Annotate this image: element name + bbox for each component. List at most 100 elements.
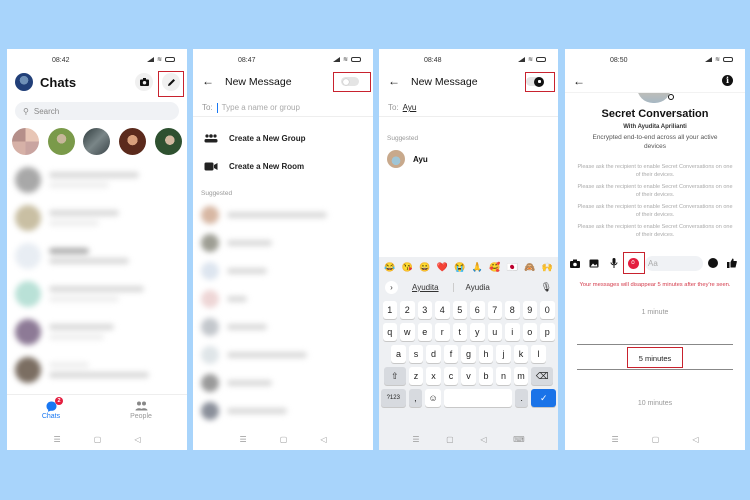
camera-button[interactable]	[569, 257, 581, 269]
key[interactable]: s	[408, 345, 424, 363]
list-item[interactable]	[7, 351, 187, 389]
key[interactable]: 2	[400, 301, 415, 319]
done-key[interactable]: ✓	[531, 389, 557, 407]
emoji-suggestion[interactable]: 🙏	[472, 262, 483, 273]
list-item[interactable]	[7, 161, 187, 199]
home-nav-icon[interactable]: ▢	[446, 435, 454, 444]
back-arrow-icon[interactable]: ←	[202, 74, 214, 88]
key[interactable]: r	[435, 323, 450, 341]
suggested-contact-ayu[interactable]: Ayu	[387, 150, 428, 168]
key[interactable]: 8	[505, 301, 520, 319]
key[interactable]: v	[461, 367, 476, 385]
emoji-suggestion[interactable]: 😘	[402, 262, 413, 273]
key[interactable]: m	[513, 367, 529, 385]
create-room-button[interactable]: Create a New Room	[193, 154, 373, 178]
emoji-suggestion[interactable]: 🙌	[542, 262, 553, 273]
story-avatar[interactable]	[154, 128, 182, 155]
key[interactable]: z	[408, 367, 424, 385]
emoji-suggestion[interactable]: 🙈	[524, 262, 535, 273]
key[interactable]: t	[452, 323, 467, 341]
info-icon[interactable]: i	[722, 75, 733, 86]
key[interactable]: 4	[435, 301, 450, 319]
list-item[interactable]	[193, 369, 373, 397]
story-avatar[interactable]	[12, 128, 40, 155]
list-item[interactable]	[193, 397, 373, 425]
home-nav-icon[interactable]: ▢	[652, 435, 660, 444]
create-group-button[interactable]: Create a New Group	[193, 126, 373, 150]
key[interactable]: 5	[452, 301, 467, 319]
key[interactable]: b	[478, 367, 494, 385]
shift-key[interactable]: ⇧	[383, 367, 406, 385]
like-button[interactable]	[726, 257, 738, 269]
key[interactable]: i	[505, 323, 520, 341]
word-suggestion[interactable]: Ayudita	[412, 283, 439, 292]
list-item[interactable]	[193, 285, 373, 313]
list-item[interactable]	[193, 257, 373, 285]
list-item[interactable]	[7, 275, 187, 313]
story-avatar[interactable]	[83, 128, 111, 155]
menu-nav-icon[interactable]: ☰	[612, 435, 619, 444]
list-item[interactable]	[193, 313, 373, 341]
chevron-right-icon[interactable]: ›	[385, 280, 398, 294]
word-suggestion[interactable]: Ayudia	[452, 282, 490, 292]
key[interactable]: 9	[522, 301, 537, 319]
key[interactable]: 1	[382, 301, 397, 319]
key[interactable]: w	[400, 323, 415, 341]
key[interactable]: 7	[487, 301, 502, 319]
key[interactable]: g	[461, 345, 476, 363]
menu-nav-icon[interactable]: ☰	[240, 435, 247, 444]
key[interactable]: k	[513, 345, 529, 363]
list-item[interactable]	[7, 237, 187, 275]
back-arrow-icon[interactable]: ←	[388, 74, 400, 88]
key[interactable]: f	[443, 345, 459, 363]
keyboard-hide-icon[interactable]: ⌨	[513, 435, 525, 444]
menu-nav-icon[interactable]: ☰	[412, 435, 419, 444]
key[interactable]: c	[443, 367, 459, 385]
back-arrow-icon[interactable]: ←	[573, 74, 585, 88]
key[interactable]: 3	[417, 301, 432, 319]
key[interactable]: o	[522, 323, 537, 341]
symbols-key[interactable]: ?123	[380, 389, 406, 407]
key[interactable]: h	[478, 345, 494, 363]
key[interactable]: j	[496, 345, 511, 363]
tab-chats[interactable]: 2 Chats	[21, 397, 81, 420]
emoji-suggestion[interactable]: 😂	[384, 262, 395, 273]
emoji-suggestion[interactable]: 😭	[454, 262, 465, 273]
emoji-suggestion[interactable]: ❤️	[437, 262, 448, 273]
emoji-suggestion[interactable]: 😀	[419, 262, 430, 273]
key[interactable]: 6	[470, 301, 485, 319]
period-key[interactable]: .	[514, 389, 529, 407]
key[interactable]: d	[426, 345, 441, 363]
list-item[interactable]	[193, 201, 373, 229]
key[interactable]: e	[417, 323, 432, 341]
gallery-button[interactable]	[588, 257, 600, 269]
back-nav-icon[interactable]: ◁	[692, 435, 698, 444]
menu-nav-icon[interactable]: ☰	[54, 435, 61, 444]
comma-key[interactable]: ,	[408, 389, 423, 407]
emoji-button[interactable]	[707, 257, 719, 269]
emoji-suggestion[interactable]: 🥰	[489, 262, 500, 273]
profile-avatar[interactable]	[15, 73, 33, 91]
recipient-input[interactable]: To: Type a name or group	[193, 99, 373, 117]
recipient-input[interactable]: To: Ayu	[379, 99, 558, 117]
key[interactable]: y	[470, 323, 485, 341]
key[interactable]: l	[531, 345, 546, 363]
key[interactable]: n	[496, 367, 511, 385]
emoji-suggestion[interactable]: 🇯🇵	[507, 262, 518, 273]
back-nav-icon[interactable]: ◁	[480, 435, 486, 444]
story-avatar[interactable]	[47, 128, 75, 155]
list-item[interactable]	[193, 229, 373, 257]
key[interactable]: p	[540, 323, 555, 341]
timer-option[interactable]: 10 minutes	[565, 400, 745, 407]
key[interactable]: a	[391, 345, 406, 363]
key[interactable]: u	[487, 323, 502, 341]
timer-option[interactable]: 1 minute	[565, 309, 745, 316]
key[interactable]: x	[426, 367, 441, 385]
key[interactable]: 0	[540, 301, 555, 319]
home-nav-icon[interactable]: ▢	[280, 435, 288, 444]
story-avatar[interactable]	[119, 128, 147, 155]
microphone-icon[interactable]: 🎙	[541, 282, 552, 293]
message-input[interactable]: Aa	[645, 256, 703, 271]
list-item[interactable]	[193, 341, 373, 369]
space-key[interactable]	[443, 389, 512, 407]
